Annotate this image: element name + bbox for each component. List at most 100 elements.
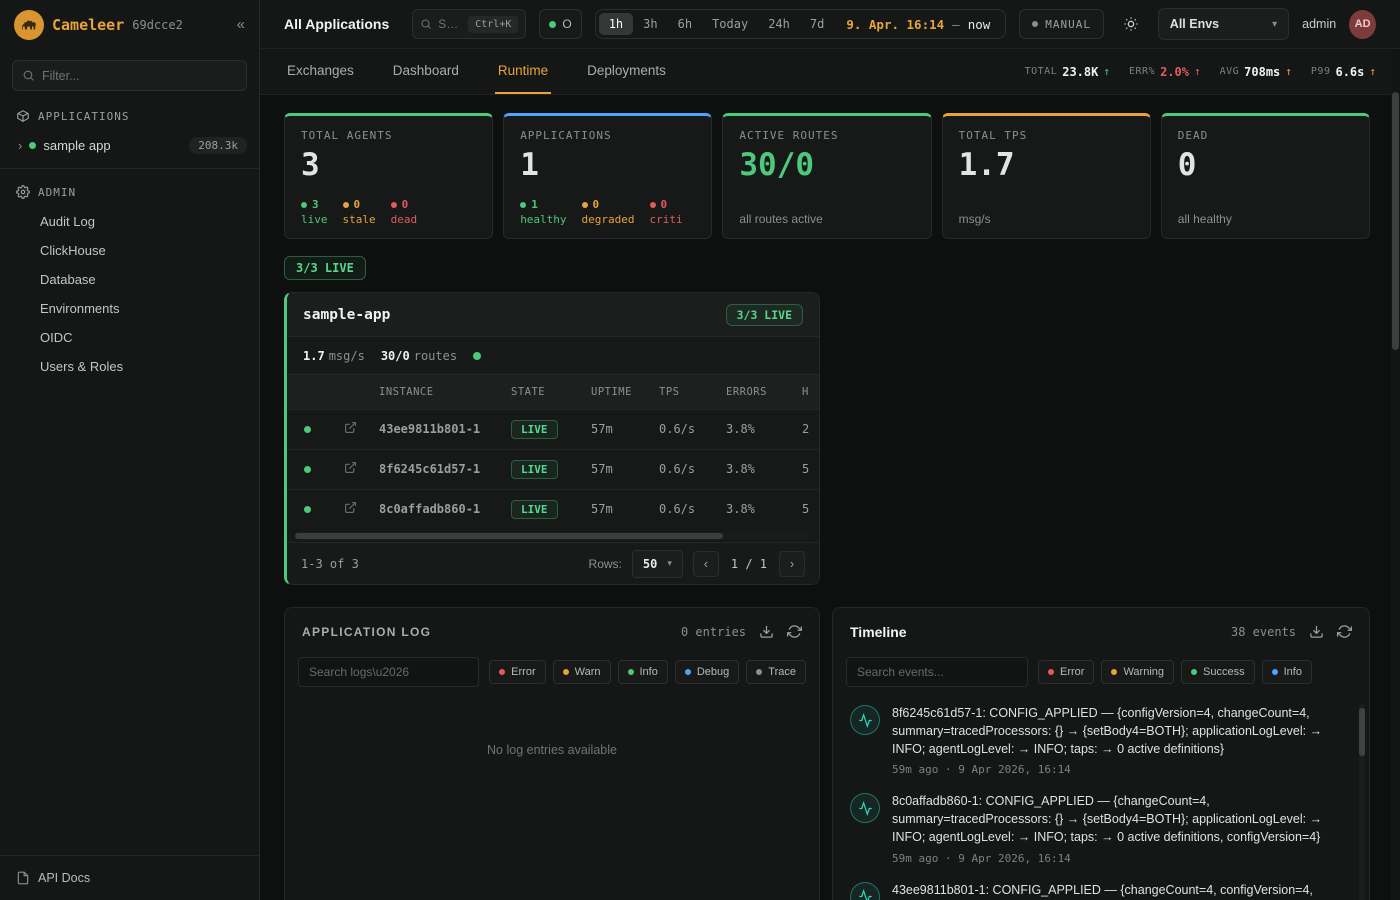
- status-dot-green: [301, 202, 307, 208]
- theme-toggle-button[interactable]: [1117, 9, 1145, 39]
- timeline-event[interactable]: 8f6245c61d57-1: CONFIG_APPLIED — {config…: [850, 705, 1343, 776]
- sidebar-item-environments[interactable]: Environments: [0, 294, 259, 323]
- tab-dashboard[interactable]: Dashboard: [390, 49, 462, 94]
- filter-chip-info[interactable]: Info: [618, 660, 668, 684]
- manual-label: MANUAL: [1045, 18, 1091, 31]
- filter-chip-debug[interactable]: Debug: [675, 660, 739, 684]
- env-select[interactable]: All Envs ▾: [1158, 8, 1289, 40]
- status-dot-red: [1048, 669, 1054, 675]
- sample-app-label: sample app: [43, 138, 110, 153]
- tab-deployments[interactable]: Deployments: [584, 49, 669, 94]
- table-row[interactable]: 43ee9811b801-1 LIVE 57m 0.6/s 3.8% 2: [287, 409, 820, 449]
- online-indicator[interactable]: O: [539, 9, 581, 39]
- sidebar-item-audit-log[interactable]: Audit Log: [0, 207, 259, 236]
- card-total-tps: TOTAL TPS 1.7 msg/s: [942, 113, 1151, 239]
- external-link-icon[interactable]: [344, 503, 357, 517]
- manual-refresh-button[interactable]: MANUAL: [1019, 9, 1104, 39]
- time-dash: —: [952, 17, 960, 32]
- range-24h[interactable]: 24h: [758, 13, 800, 35]
- app-root: Cameleer 69dcce2 « APPLICATIONS › sample…: [0, 0, 1400, 900]
- scrollbar-thumb[interactable]: [295, 533, 723, 539]
- time-from: 9. Apr. 16:14: [846, 17, 944, 32]
- filter-chip-error[interactable]: Error: [489, 660, 545, 684]
- filter-chip-warning[interactable]: Warning: [1101, 660, 1174, 684]
- log-empty-message: No log entries available: [285, 743, 819, 757]
- filter-chip-error[interactable]: Error: [1038, 660, 1094, 684]
- chevron-right-icon[interactable]: ›: [18, 138, 22, 153]
- cube-icon: [16, 109, 30, 123]
- timeline-events-count: 38 events: [1231, 625, 1296, 639]
- sidebar-divider: [0, 168, 259, 169]
- sidebar-header: Cameleer 69dcce2 «: [0, 0, 259, 49]
- timeline-search[interactable]: [846, 657, 1028, 687]
- timeline-scrollbar[interactable]: [1359, 704, 1365, 900]
- table-row[interactable]: 8c0affadb860-1 LIVE 57m 0.6/s 3.8% 5: [287, 489, 820, 529]
- camel-logo-icon: [14, 10, 44, 40]
- status-dot-green: [628, 669, 634, 675]
- next-page-button[interactable]: ›: [779, 551, 805, 577]
- online-label: O: [562, 17, 571, 31]
- external-link-icon[interactable]: [344, 423, 357, 437]
- filter-input[interactable]: [42, 69, 237, 83]
- sample-app-panel-header[interactable]: sample-app 3/3 LIVE: [287, 293, 819, 337]
- status-dot-green: [304, 506, 311, 513]
- env-select-value: All Envs: [1170, 17, 1219, 31]
- table-row[interactable]: 8f6245c61d57-1 LIVE 57m 0.6/s 3.8% 5: [287, 449, 820, 489]
- username-label: admin: [1302, 17, 1336, 31]
- tab-runtime[interactable]: Runtime: [495, 49, 551, 94]
- range-7d[interactable]: 7d: [800, 13, 834, 35]
- range-6h[interactable]: 6h: [668, 13, 702, 35]
- page-scrollbar-thumb[interactable]: [1392, 92, 1399, 350]
- table-horizontal-scrollbar[interactable]: [295, 532, 811, 540]
- event-text: 43ee9811b801-1: CONFIG_APPLIED — {change…: [892, 882, 1313, 900]
- header-metrics: TOTAL 23.8K ↑ ERR% 2.0% ↑ AVG 708ms ↑ P9…: [1025, 49, 1376, 94]
- range-3h[interactable]: 3h: [633, 13, 667, 35]
- sidebar-item-sample-app[interactable]: › sample app 208.3k: [0, 131, 259, 160]
- rows-per-page-select[interactable]: 50 ▾: [632, 550, 683, 578]
- sidebar-item-clickhouse[interactable]: ClickHouse: [0, 236, 259, 265]
- api-docs-label: API Docs: [38, 871, 90, 885]
- prev-page-button[interactable]: ‹: [693, 551, 719, 577]
- download-icon[interactable]: [759, 624, 774, 639]
- refresh-icon[interactable]: [1337, 624, 1352, 639]
- time-to: now: [968, 17, 991, 32]
- api-docs-link[interactable]: API Docs: [0, 855, 259, 900]
- table-footer: 1-3 of 3 Rows: 50 ▾ ‹ 1 / 1 ›: [287, 542, 819, 584]
- timeline-search-input[interactable]: [857, 665, 1017, 679]
- status-dot-green: [520, 202, 526, 208]
- timeline-event[interactable]: 43ee9811b801-1: CONFIG_APPLIED — {change…: [850, 882, 1343, 900]
- sidebar-item-oidc[interactable]: OIDC: [0, 323, 259, 352]
- sidebar-filter[interactable]: [12, 60, 247, 91]
- download-icon[interactable]: [1309, 624, 1324, 639]
- time-range-group: 1h 3h 6h Today 24h 7d 9. Apr. 16:14 — no…: [595, 9, 1007, 39]
- scrollbar-thumb[interactable]: [1359, 708, 1365, 756]
- range-today[interactable]: Today: [702, 13, 758, 35]
- external-link-icon[interactable]: [344, 463, 357, 477]
- filter-chip-trace[interactable]: Trace: [746, 660, 806, 684]
- log-panel-title: APPLICATION LOG: [302, 625, 431, 639]
- state-badge: LIVE: [511, 460, 558, 479]
- row-range-label: 1-3 of 3: [301, 557, 359, 571]
- sidebar-collapse-button[interactable]: «: [237, 16, 245, 33]
- filter-chip-success[interactable]: Success: [1181, 660, 1255, 684]
- admin-section-header: ADMIN: [0, 171, 259, 207]
- log-search[interactable]: [298, 657, 479, 687]
- sidebar-item-database[interactable]: Database: [0, 265, 259, 294]
- online-dot: [549, 21, 556, 28]
- global-search[interactable]: S… Ctrl+K: [412, 9, 526, 39]
- timeline-event[interactable]: 8c0affadb860-1: CONFIG_APPLIED — {change…: [850, 793, 1343, 864]
- instances-table: INSTANCE STATE UPTIME TPS ERRORS H 43e: [287, 375, 820, 529]
- tab-exchanges[interactable]: Exchanges: [284, 49, 357, 94]
- filter-chip-warn[interactable]: Warn: [553, 660, 611, 684]
- log-search-input[interactable]: [309, 665, 468, 679]
- chevron-down-icon: ▾: [667, 558, 672, 569]
- admin-section-label: ADMIN: [38, 186, 76, 199]
- avatar[interactable]: AD: [1349, 10, 1376, 39]
- sidebar-item-users-roles[interactable]: Users & Roles: [0, 352, 259, 381]
- status-dot-red: [650, 202, 656, 208]
- range-1h[interactable]: 1h: [599, 13, 633, 35]
- event-timestamp: 59m ago · 9 Apr 2026, 16:14: [892, 763, 1343, 776]
- mini-stat-dead: 0 dead: [391, 198, 418, 226]
- filter-chip-info[interactable]: Info: [1262, 660, 1312, 684]
- refresh-icon[interactable]: [787, 624, 802, 639]
